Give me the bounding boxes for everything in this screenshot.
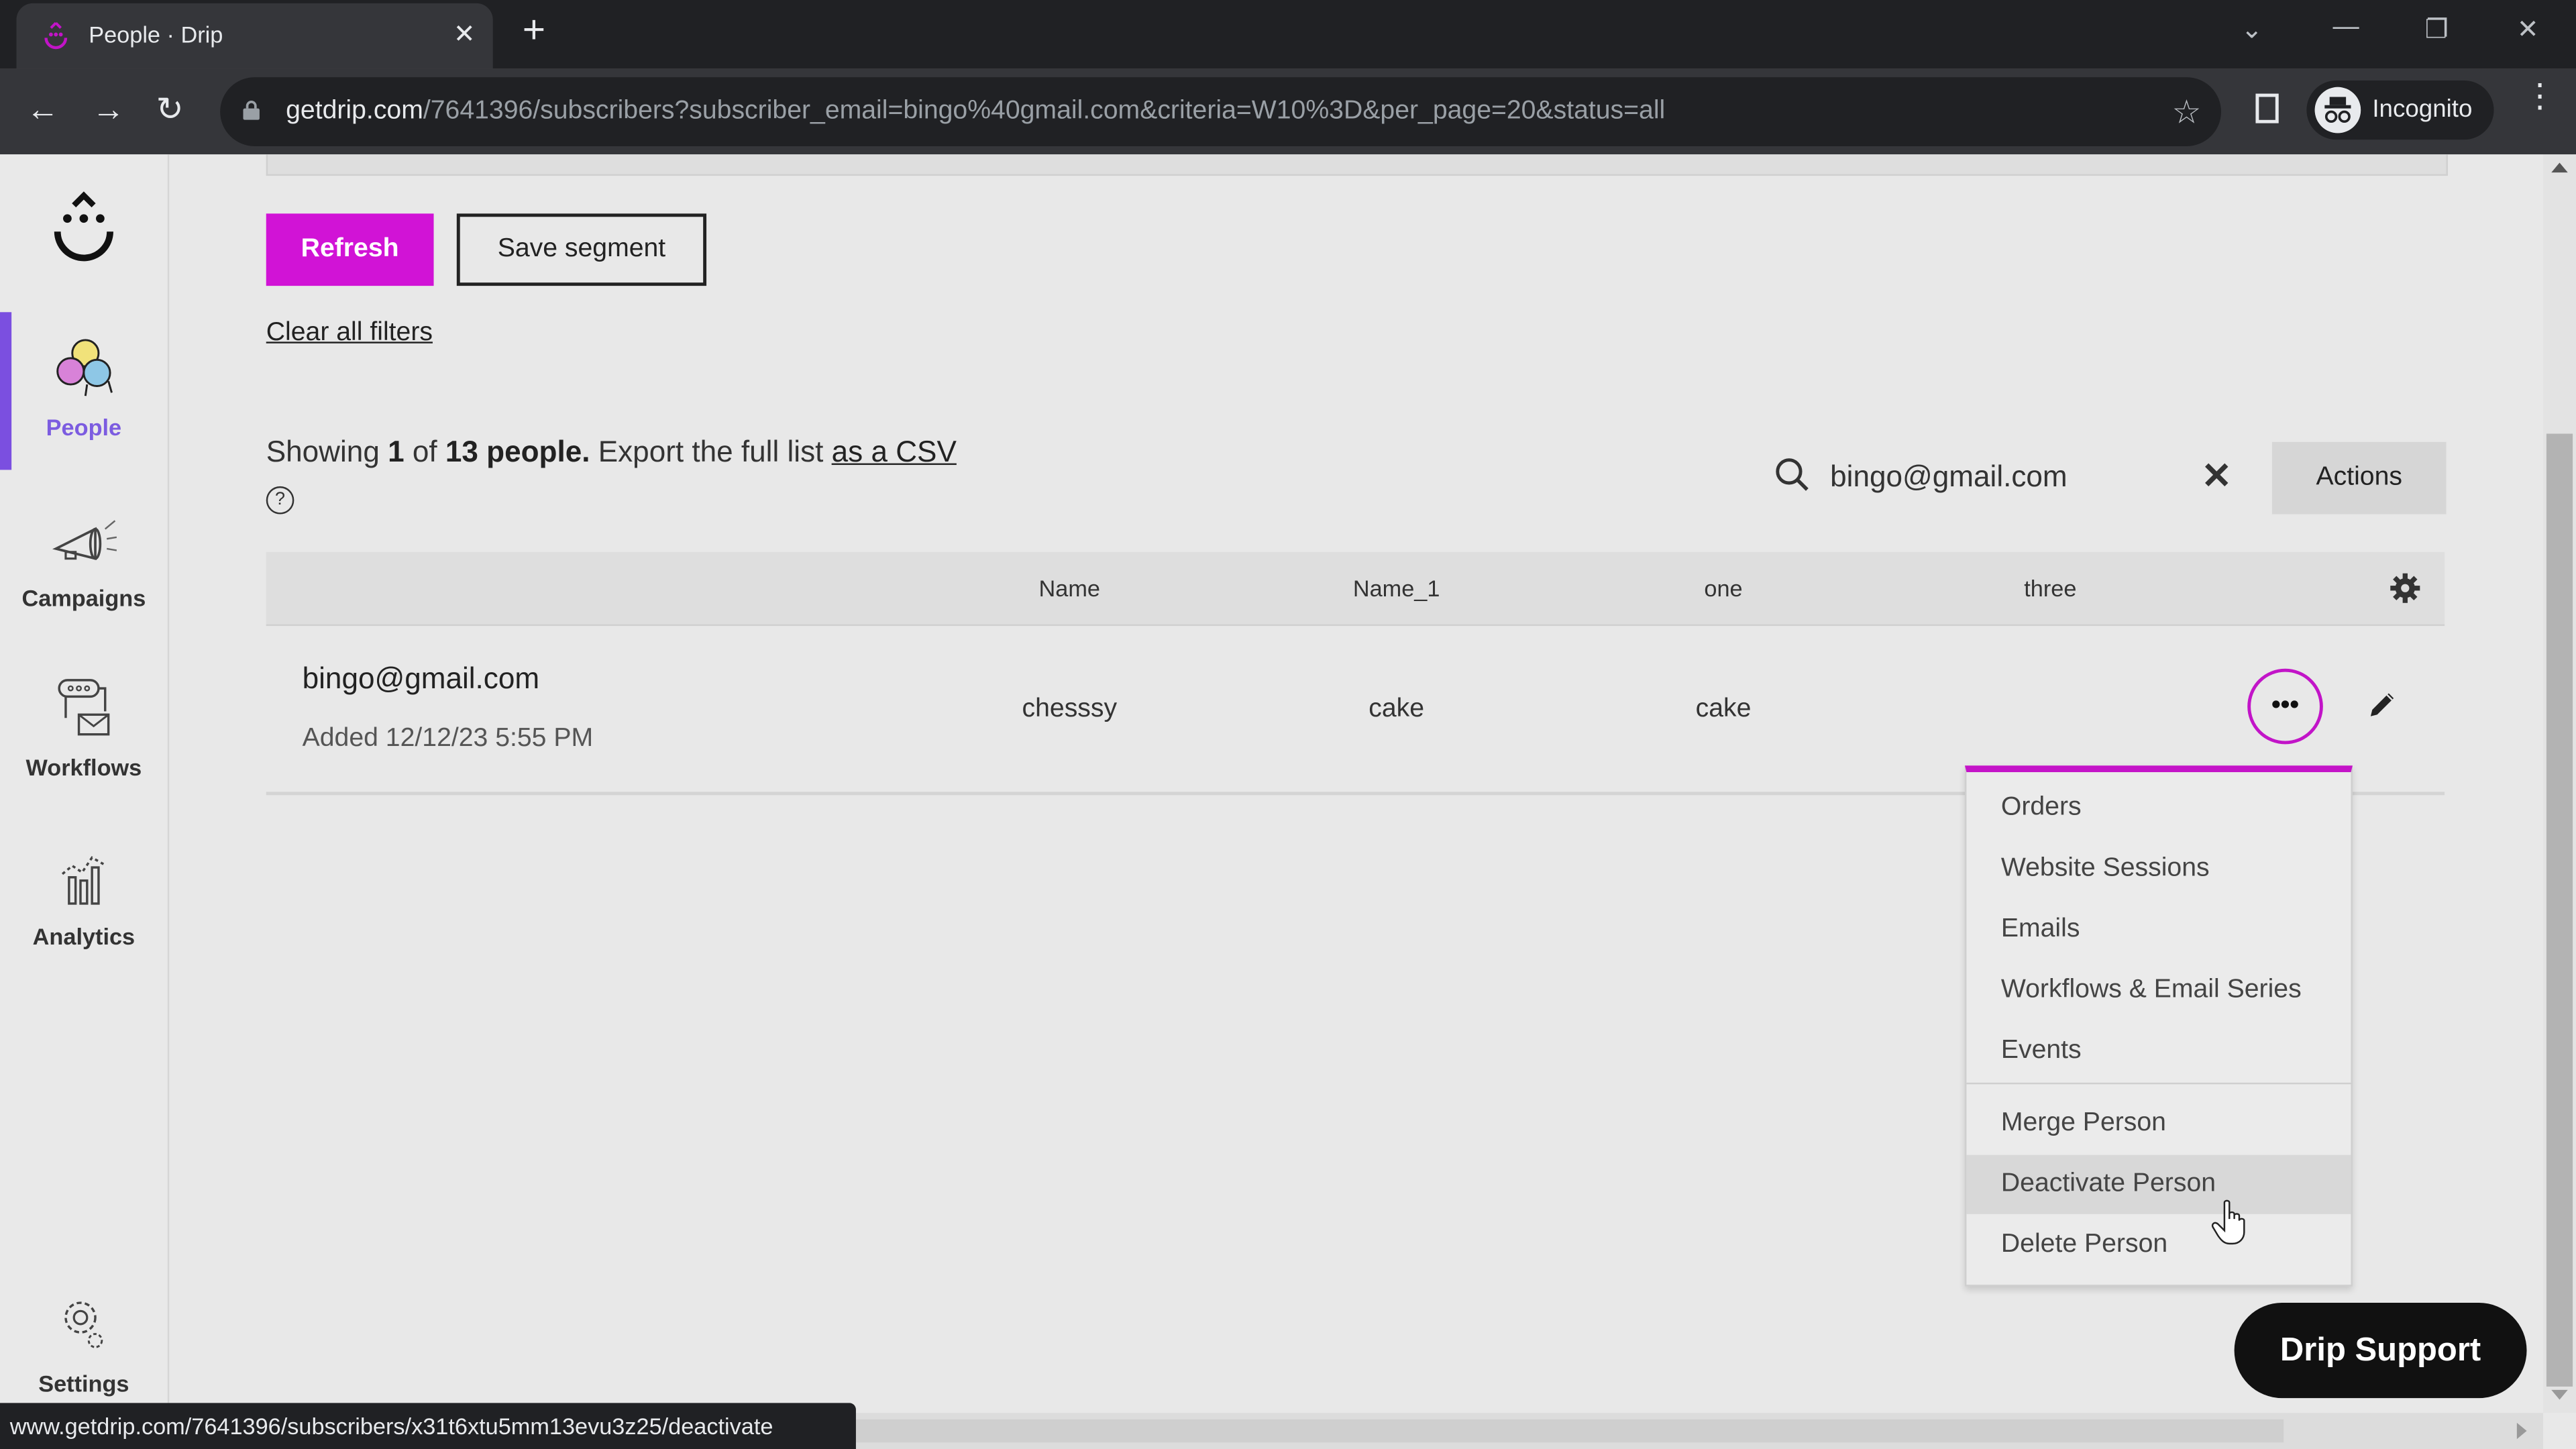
menu-item-workflows-email-series[interactable]: Workflows & Email Series xyxy=(1966,961,2351,1020)
menu-item-label: Deactivate Person xyxy=(2000,1169,2216,1198)
restore-icon[interactable]: ❐ xyxy=(2425,13,2449,46)
back-icon[interactable]: ← xyxy=(26,92,59,128)
browser-menu-icon[interactable]: ⋮ xyxy=(2524,80,2557,113)
sidebar-item-settings[interactable]: Settings xyxy=(0,1269,168,1413)
menu-item-events[interactable]: Events xyxy=(1966,1022,2351,1081)
vertical-scrollbar[interactable] xyxy=(2543,154,2576,1413)
subscriber-added-date: Added 12/12/23 5:55 PM xyxy=(302,724,594,753)
export-text: Export the full list xyxy=(590,435,832,468)
megaphone-icon xyxy=(52,520,117,561)
menu-item-label: Website Sessions xyxy=(2000,854,2210,883)
address-bar[interactable]: getdrip.com/7641396/subscribers?subscrib… xyxy=(220,77,2222,146)
table-cell: cake xyxy=(1368,694,1425,723)
sidebar-item-campaigns[interactable]: Campaigns xyxy=(0,483,168,641)
tab-search-icon[interactable]: ⌄ xyxy=(2241,13,2263,46)
menu-item-delete-person[interactable]: Delete Person xyxy=(1966,1216,2351,1275)
reload-icon[interactable]: ↻ xyxy=(156,92,184,128)
table-header: Name Name_1 one three xyxy=(266,551,2445,627)
help-icon[interactable]: ? xyxy=(266,486,294,515)
sidebar-item-workflows[interactable]: Workflows xyxy=(0,652,168,810)
menu-item-label: Merge Person xyxy=(2000,1109,2166,1137)
drip-favicon-icon xyxy=(44,21,68,50)
incognito-label: Incognito xyxy=(2372,95,2473,123)
bookmark-star-icon[interactable]: ☆ xyxy=(2172,92,2202,133)
column-header[interactable]: Name xyxy=(1039,575,1100,601)
sidebar-item-label: Analytics xyxy=(32,923,136,950)
sidebar-item-analytics[interactable]: Analytics xyxy=(0,821,168,979)
status-bar-url: www.getdrip.com/7641396/subscribers/x31t… xyxy=(0,1403,856,1449)
tab-title: People · Drip xyxy=(89,21,223,48)
tab-close-icon[interactable]: ✕ xyxy=(453,18,476,51)
summary-prefix: Showing xyxy=(266,435,388,468)
incognito-icon xyxy=(2314,87,2361,133)
hand-cursor-icon xyxy=(2211,1199,2245,1245)
menu-item-merge-person[interactable]: Merge Person xyxy=(1966,1094,2351,1153)
scroll-down-arrow-icon[interactable] xyxy=(2551,1389,2568,1400)
subscriber-email-link[interactable]: bingo@gmail.com xyxy=(303,662,539,696)
url-text: getdrip.com/7641396/subscribers?subscrib… xyxy=(286,97,1665,126)
drip-page: People Campaigns Workflows Analytics Set… xyxy=(0,154,2544,1413)
scroll-right-arrow-icon[interactable] xyxy=(2516,1422,2527,1440)
menu-divider xyxy=(1966,1082,2351,1085)
menu-item-deactivate-person[interactable]: Deactivate Person xyxy=(1966,1155,2351,1214)
sidebar-item-label: Workflows xyxy=(25,754,142,781)
browser-tab[interactable]: People · Drip ✕ xyxy=(16,3,493,69)
window-close-icon[interactable]: ✕ xyxy=(2517,13,2539,46)
clear-search-icon[interactable]: ✕ xyxy=(2202,455,2232,498)
menu-item-label: Delete Person xyxy=(2000,1230,2168,1258)
drip-support-button[interactable]: Drip Support xyxy=(2234,1303,2527,1399)
menu-item-emails[interactable]: Emails xyxy=(1966,900,2351,959)
sidebar-item-label: People xyxy=(46,414,122,441)
results-summary: Showing 1 of 13 people. Export the full … xyxy=(266,435,957,470)
vertical-scroll-thumb[interactable] xyxy=(2546,433,2573,1387)
workflow-icon xyxy=(58,679,110,736)
row-actions-menu: Orders Website Sessions Emails Workflows… xyxy=(1964,765,2353,1287)
column-header[interactable]: Name_1 xyxy=(1353,575,1440,601)
search-icon xyxy=(1776,458,1809,491)
column-header[interactable]: one xyxy=(1704,575,1742,601)
shown-count: 1 xyxy=(388,435,405,468)
refresh-button[interactable]: Refresh xyxy=(266,213,434,286)
menu-item-label: Orders xyxy=(2000,793,2082,822)
sidebar-item-label: Settings xyxy=(38,1370,129,1397)
sidebar-item-label: Campaigns xyxy=(21,584,146,612)
scroll-up-arrow-icon[interactable] xyxy=(2551,162,2568,173)
lock-icon xyxy=(243,101,260,120)
menu-item-label: Events xyxy=(2000,1036,2082,1065)
table-cell: cake xyxy=(1695,694,1752,723)
forward-icon[interactable]: → xyxy=(92,92,125,128)
table-cell: chesssy xyxy=(1022,694,1118,723)
menu-item-label: Emails xyxy=(2000,915,2080,943)
analytics-icon xyxy=(61,856,105,905)
minimize-icon[interactable]: — xyxy=(2333,13,2359,43)
export-csv-link[interactable]: as a CSV xyxy=(832,435,957,468)
url-path: /7641396/subscribers?subscriber_email=bi… xyxy=(423,97,1666,125)
sidebar-item-people[interactable]: People xyxy=(0,312,168,470)
people-icon xyxy=(56,339,113,396)
incognito-profile-button[interactable]: Incognito xyxy=(2306,80,2494,140)
search-input[interactable] xyxy=(1827,450,2179,503)
column-header[interactable]: three xyxy=(2024,575,2076,601)
side-panel-icon[interactable] xyxy=(2255,93,2279,123)
total-count: 13 people. xyxy=(445,435,590,468)
url-host: getdrip.com xyxy=(286,97,423,125)
gear-icon xyxy=(64,1301,103,1348)
save-segment-button[interactable]: Save segment xyxy=(456,213,707,286)
sidebar: People Campaigns Workflows Analytics Set… xyxy=(0,154,170,1413)
edit-pencil-icon[interactable] xyxy=(2366,688,2399,721)
screen: People · Drip ✕ + ⌄ — ❐ ✕ ← → ↻ getdrip.… xyxy=(0,0,2576,1449)
menu-item-label: Workflows & Email Series xyxy=(2000,975,2302,1004)
menu-item-website-sessions[interactable]: Website Sessions xyxy=(1966,839,2351,898)
clear-all-filters-link[interactable]: Clear all filters xyxy=(266,319,433,348)
column-settings-gear-icon[interactable] xyxy=(2389,572,2422,604)
actions-button[interactable]: Actions xyxy=(2271,441,2447,515)
drip-logo-icon[interactable] xyxy=(49,191,118,266)
browser-toolbar: ← → ↻ getdrip.com/7641396/subscribers?su… xyxy=(0,68,2576,155)
filter-panel xyxy=(266,154,2448,176)
menu-item-orders[interactable]: Orders xyxy=(1966,779,2351,838)
summary-of: of xyxy=(404,435,445,468)
browser-tabstrip: People · Drip ✕ + ⌄ — ❐ ✕ xyxy=(0,0,2576,69)
row-more-options-button[interactable]: ••• xyxy=(2247,668,2323,745)
new-tab-button[interactable]: + xyxy=(523,8,545,54)
